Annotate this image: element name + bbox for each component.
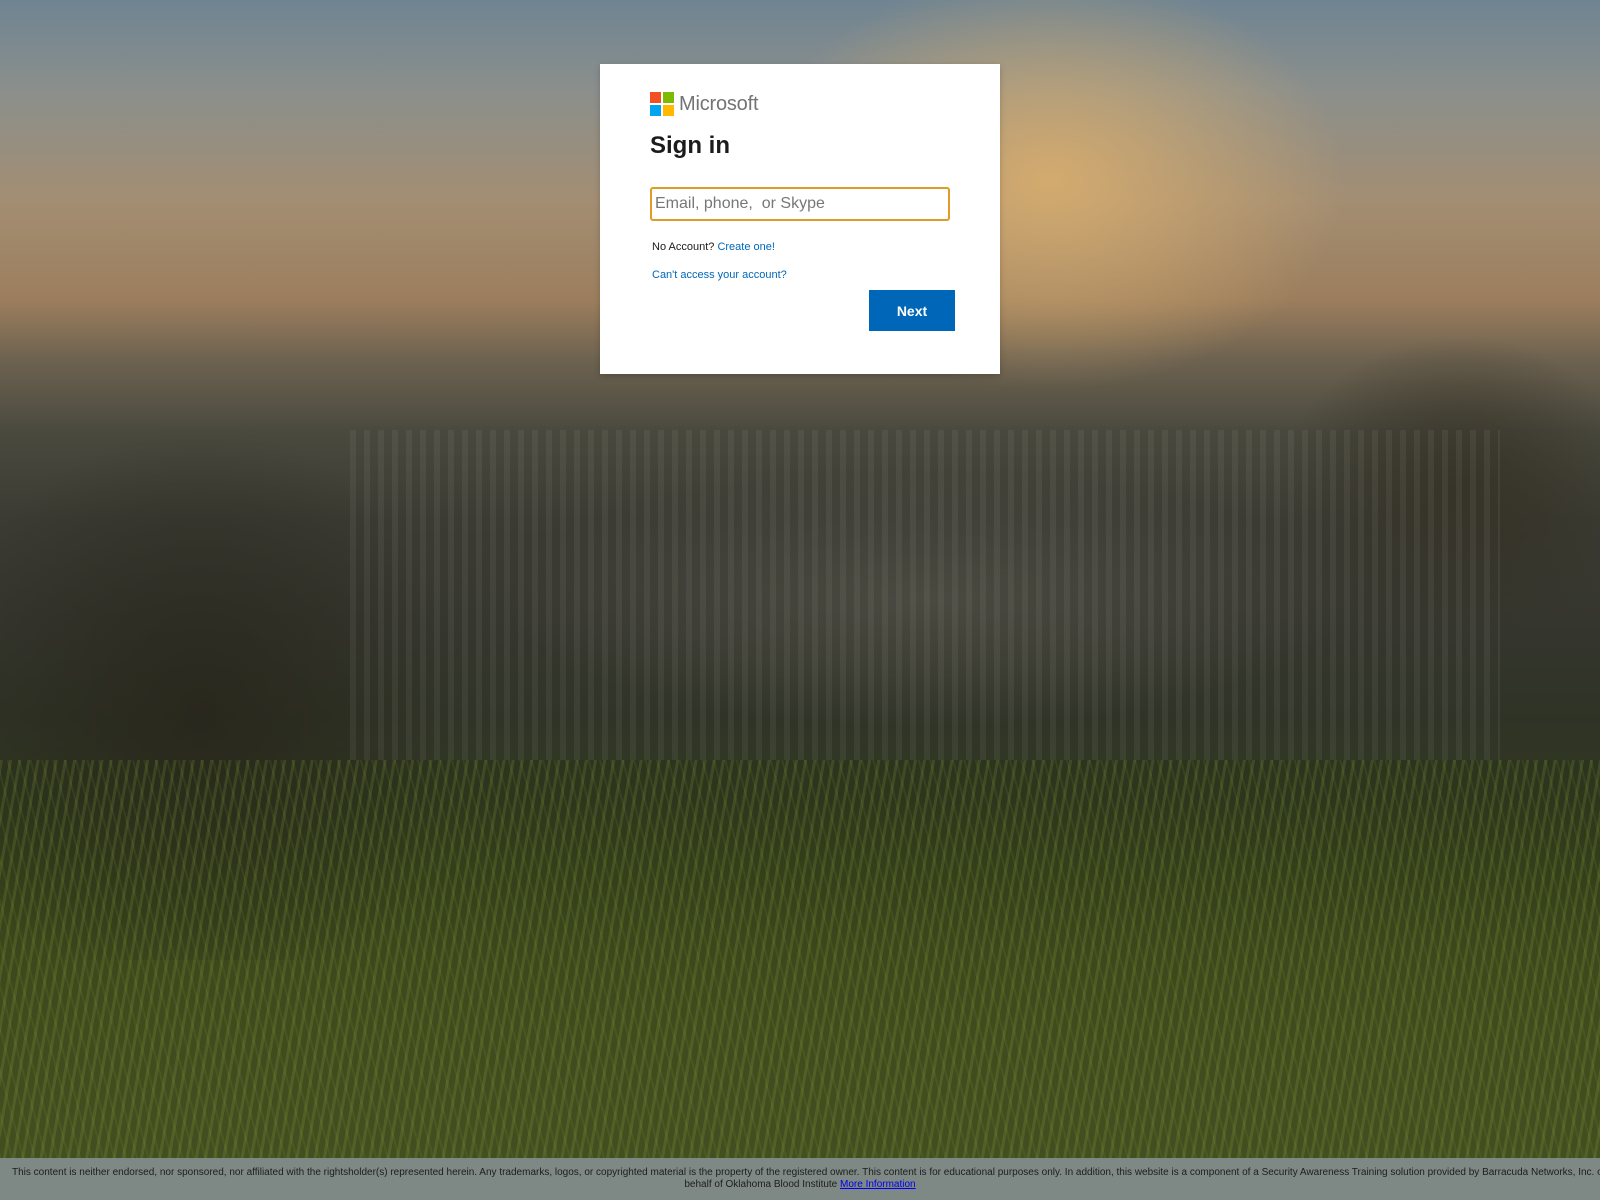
logo-square-yellow	[663, 105, 674, 116]
disclaimer-text-line1: This content is neither endorsed, nor sp…	[12, 1167, 1600, 1178]
no-account-text: No Account?	[652, 241, 715, 253]
page-title: Sign in	[650, 132, 730, 159]
logo-square-blue	[650, 105, 661, 116]
background-city	[350, 430, 1500, 760]
logo-square-green	[663, 92, 674, 103]
create-account-link[interactable]: Create one!	[717, 241, 774, 253]
logo-square-red	[650, 92, 661, 103]
no-account-row: No Account? Create one!	[652, 241, 775, 253]
brand-name: Microsoft	[679, 92, 759, 115]
brand: Microsoft	[650, 92, 759, 116]
next-button[interactable]: Next	[869, 290, 955, 331]
disclaimer-footer: This content is neither endorsed, nor sp…	[0, 1158, 1600, 1200]
cant-access-link[interactable]: Can't access your account?	[652, 269, 787, 281]
more-information-link[interactable]: More Information	[840, 1179, 916, 1190]
cant-access-row: Can't access your account?	[652, 269, 787, 281]
background-grass	[0, 760, 1600, 1160]
microsoft-logo-icon	[650, 92, 674, 116]
email-input[interactable]	[650, 187, 950, 221]
disclaimer-text-line2: behalf of Oklahoma Blood Institute	[684, 1179, 838, 1190]
signin-card: Microsoft Sign in No Account? Create one…	[600, 64, 1000, 374]
